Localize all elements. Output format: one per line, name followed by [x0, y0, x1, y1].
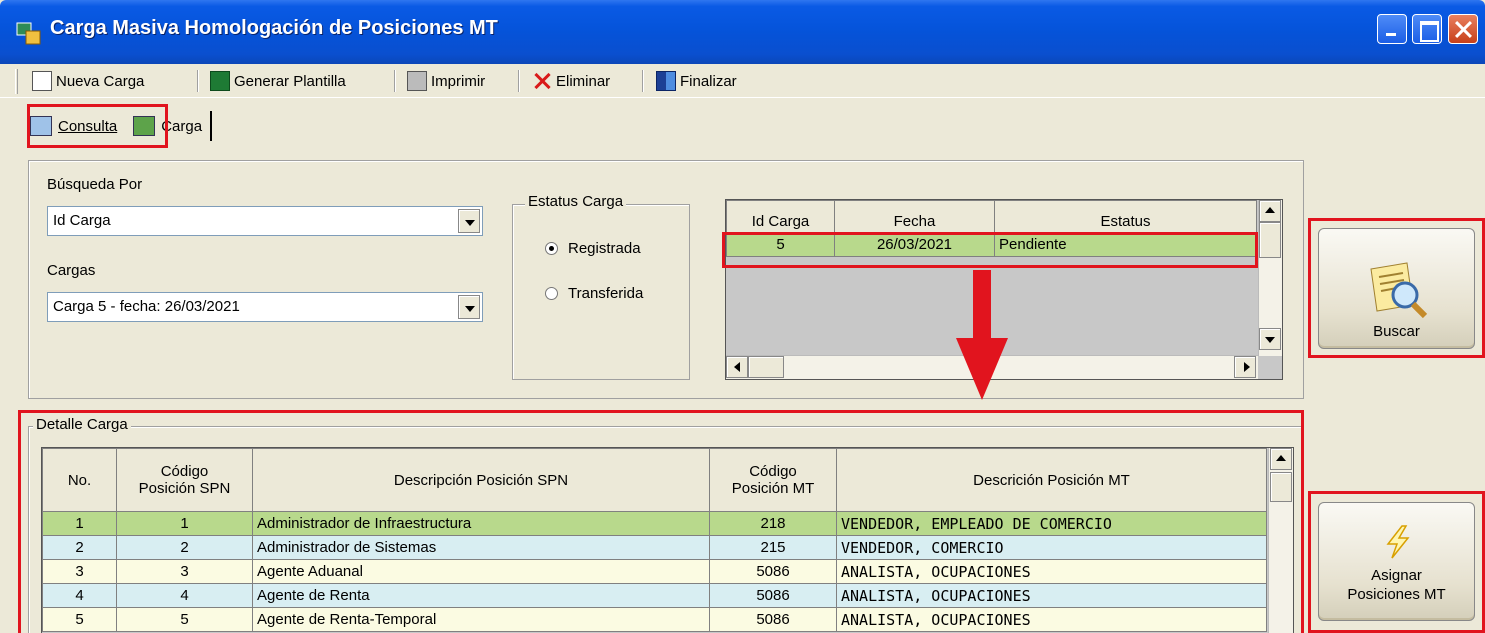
finalizar-label: Finalizar: [680, 72, 737, 90]
busqueda-value: Id Carga: [53, 212, 111, 229]
title-bar[interactable]: Carga Masiva Homologación de Posiciones …: [0, 0, 1485, 64]
busqueda-label: Búsqueda Por: [47, 176, 143, 193]
window-title: Carga Masiva Homologación de Posiciones …: [50, 17, 498, 39]
finish-icon: [656, 71, 676, 91]
radio-transferida-label: Transferida: [568, 285, 644, 302]
red-down-arrow: [956, 270, 1008, 400]
scroll-thumb[interactable]: [748, 356, 784, 378]
radio-registrada[interactable]: Registrada: [545, 240, 641, 257]
chevron-down-icon[interactable]: [458, 295, 480, 319]
eliminar-button[interactable]: Eliminar: [532, 68, 610, 94]
radio-registrada-label: Registrada: [568, 240, 641, 257]
toolbar: Nueva Carga Generar Plantilla Imprimir E…: [0, 64, 1485, 98]
generar-plantilla-label: Generar Plantilla: [234, 72, 346, 90]
radio-dot-selected[interactable]: [545, 242, 558, 255]
toolbar-grip[interactable]: [15, 69, 18, 94]
highlight-detalle: [18, 410, 1304, 633]
cargas-label: Cargas: [47, 262, 96, 279]
cargas-value: Carga 5 - fecha: 26/03/2021: [53, 298, 240, 315]
cargas-combo[interactable]: Carga 5 - fecha: 26/03/2021: [47, 292, 483, 322]
close-button[interactable]: [1448, 14, 1478, 44]
toolbar-separator: [642, 70, 644, 92]
nueva-carga-button[interactable]: Nueva Carga: [32, 68, 144, 94]
generar-plantilla-button[interactable]: Generar Plantilla: [210, 68, 346, 94]
finalizar-button[interactable]: Finalizar: [656, 68, 737, 94]
chevron-down-icon[interactable]: [458, 209, 480, 233]
scroll-thumb[interactable]: [1259, 222, 1281, 258]
scroll-down-icon[interactable]: [1259, 328, 1281, 350]
delete-x-icon: [532, 71, 552, 91]
printer-icon: [407, 71, 427, 91]
toolbar-separator: [394, 70, 396, 92]
busqueda-combo[interactable]: Id Carga: [47, 206, 483, 236]
minimize-button[interactable]: [1377, 14, 1407, 44]
estatus-group-label: Estatus Carga: [525, 193, 627, 210]
radio-dot[interactable]: [545, 287, 558, 300]
cargas-grid-header: Id Carga Fecha Estatus: [726, 200, 1257, 233]
highlight-consulta-tab: [27, 104, 168, 148]
toolbar-separator: [197, 70, 199, 92]
scroll-left-icon[interactable]: [726, 356, 748, 378]
col-fecha[interactable]: Fecha: [834, 200, 995, 233]
scroll-up-icon[interactable]: [1259, 200, 1281, 222]
imprimir-label: Imprimir: [431, 72, 486, 90]
imprimir-button[interactable]: Imprimir: [407, 68, 485, 94]
eliminar-label: Eliminar: [556, 72, 611, 90]
cargas-grid-vscroll[interactable]: [1258, 200, 1282, 356]
radio-transferida[interactable]: Transferida: [545, 285, 643, 302]
col-estatus[interactable]: Estatus: [994, 200, 1257, 233]
new-document-icon: [32, 71, 52, 91]
highlight-asignar: [1308, 491, 1485, 633]
toolbar-separator: [518, 70, 520, 92]
nueva-carga-label: Nueva Carga: [56, 72, 145, 90]
excel-icon: [210, 71, 230, 91]
app-window: Carga Masiva Homologación de Posiciones …: [0, 0, 1485, 633]
highlight-selected-carga: [722, 232, 1258, 268]
col-id-carga[interactable]: Id Carga: [726, 200, 835, 233]
app-icon: [16, 22, 41, 45]
scroll-right-icon[interactable]: [1234, 356, 1256, 378]
highlight-buscar: [1308, 218, 1485, 358]
maximize-button[interactable]: [1412, 14, 1442, 44]
